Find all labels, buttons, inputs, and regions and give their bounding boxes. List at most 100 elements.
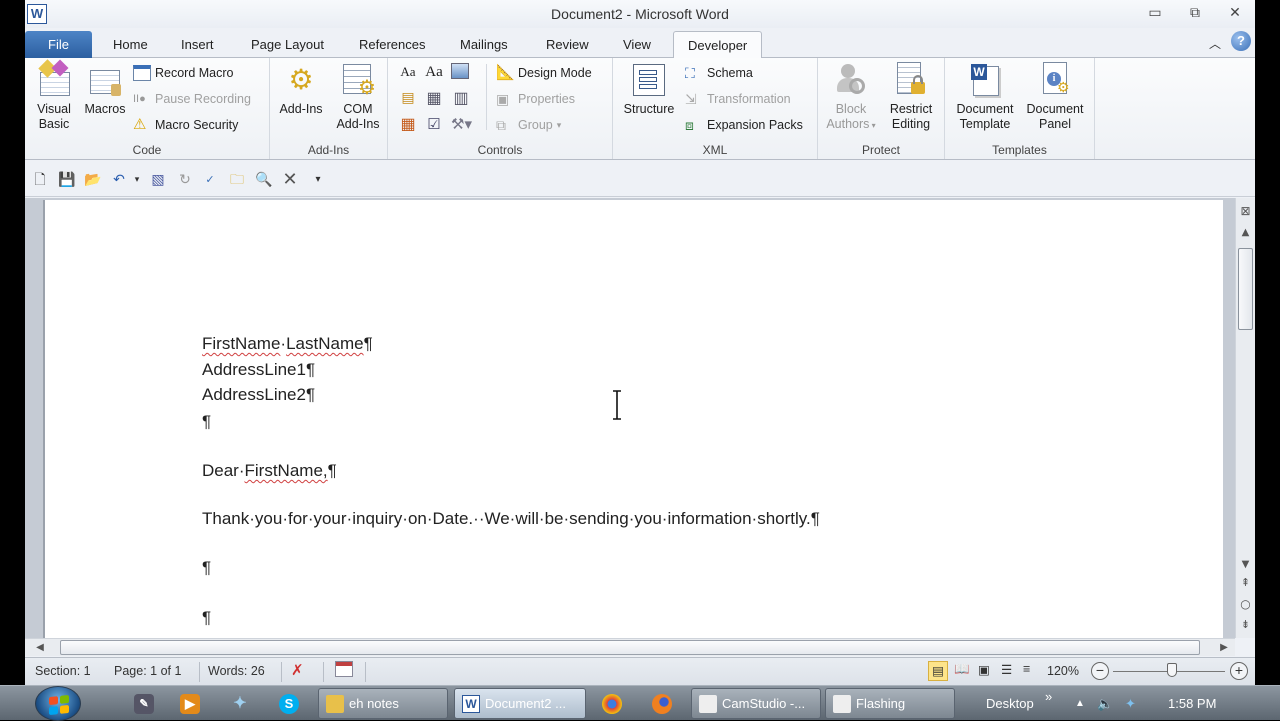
document-paragraph[interactable]: Thank·you·for·your·inquiry·on·Date.··We·… (202, 509, 820, 529)
combo-box-control-icon[interactable]: ▦ (424, 89, 444, 109)
save-icon[interactable]: 💾 (58, 171, 76, 189)
minimize-button[interactable]: ▭ (1135, 2, 1175, 24)
structure-button[interactable]: Structure (619, 62, 679, 117)
full-screen-reading-view-icon[interactable]: 📖 (954, 662, 970, 677)
volume-icon[interactable]: 🔈 (1097, 686, 1113, 721)
transformation-button[interactable]: ⇲ Transformation (685, 88, 791, 110)
block-authors-button[interactable]: Block Authors ▾ (822, 62, 880, 133)
drop-down-list-control-icon[interactable]: ▥ (451, 89, 471, 109)
restrict-editing-button[interactable]: Restrict Editing (882, 62, 940, 132)
horizontal-scrollbar[interactable]: ◀ ▶ (25, 638, 1235, 656)
view-ruler-icon[interactable]: ⊠ (1236, 202, 1255, 220)
rich-text-control-icon[interactable]: Aa (398, 62, 418, 82)
chrome-icon[interactable] (602, 694, 622, 714)
start-button[interactable] (35, 686, 81, 721)
outline-view-icon[interactable]: ☰ (1001, 662, 1012, 677)
macros-button[interactable]: Macros (81, 62, 129, 117)
zoom-level[interactable]: 120% (1047, 664, 1079, 678)
show-hidden-icons[interactable]: ▲ (1075, 686, 1085, 721)
zoom-out-button[interactable]: − (1091, 662, 1109, 680)
proofing-errors-icon[interactable]: ✗ (291, 661, 304, 679)
design-mode-button[interactable]: 📐 Design Mode (496, 62, 592, 84)
firefox-icon[interactable] (652, 694, 672, 714)
taskbar-item-document2[interactable]: W Document2 ... (454, 688, 586, 719)
spelling-check-icon[interactable]: ✓ (201, 171, 219, 189)
add-ins-button[interactable]: ⚙ Add-Ins (276, 62, 326, 117)
vertical-scrollbar[interactable]: ⊠ ▲ ▼ ⇞ ○ ⇟ (1235, 198, 1255, 638)
visual-basic-button[interactable]: Visual Basic (29, 59, 79, 132)
skype-icon[interactable]: S (279, 694, 299, 714)
zoom-slider-thumb[interactable] (1167, 663, 1177, 677)
document-template-button[interactable]: W Document Template (951, 62, 1019, 132)
media-player-icon[interactable]: ▶ (180, 694, 200, 714)
expansion-packs-button[interactable]: ⧈ Expansion Packs (685, 114, 803, 136)
tab-page-layout[interactable]: Page Layout (237, 31, 338, 58)
scroll-up-arrow[interactable]: ▲ (1236, 224, 1255, 242)
draft-view-icon[interactable]: ≡ (1023, 662, 1030, 676)
document-paragraph[interactable]: ¶ (202, 558, 211, 578)
pause-recording-button[interactable]: II● Pause Recording (133, 88, 251, 110)
tab-developer[interactable]: Developer (673, 31, 763, 59)
redo-icon[interactable]: ↻ (176, 171, 194, 189)
building-block-control-icon[interactable]: ▤ (398, 89, 418, 109)
undo-dropdown-icon[interactable]: ▾ (128, 171, 146, 189)
minimize-ribbon-icon[interactable]: ︿ (1209, 35, 1221, 52)
plain-text-control-icon[interactable]: Aa (424, 62, 444, 82)
document-panel-button[interactable]: i ⚙ Document Panel (1021, 62, 1089, 132)
horizontal-scroll-thumb[interactable] (60, 640, 1200, 655)
scroll-left-arrow[interactable]: ◀ (31, 639, 49, 657)
document-paragraph[interactable]: AddressLine2¶ (202, 385, 315, 405)
toolbar-chevron[interactable]: » (1045, 686, 1052, 721)
check-box-control-icon[interactable]: ☑ (424, 115, 444, 135)
taskbar-item-camstudio[interactable]: CamStudio -... (691, 688, 821, 719)
scroll-right-arrow[interactable]: ▶ (1215, 639, 1233, 657)
tab-file[interactable]: File (25, 31, 92, 58)
desktop-toolbar[interactable]: Desktop (986, 686, 1034, 721)
open-folder-icon[interactable]: 📂 (84, 171, 102, 189)
tab-view[interactable]: View (609, 31, 665, 58)
scroll-down-arrow[interactable]: ▼ (1236, 556, 1255, 574)
zoom-in-button[interactable]: + (1230, 662, 1248, 680)
taskbar-item-eh-notes[interactable]: eh notes (318, 688, 448, 719)
record-macro-button[interactable]: Record Macro (133, 62, 234, 84)
document-paragraph[interactable]: AddressLine1¶ (202, 360, 315, 380)
help-icon[interactable]: ? (1231, 31, 1251, 51)
tab-mailings[interactable]: Mailings (446, 31, 522, 58)
web-layout-view-icon[interactable]: ▣ (978, 662, 990, 677)
macro-security-button[interactable]: ⚠ Macro Security (133, 114, 238, 136)
document-page[interactable]: FirstName·LastName¶ AddressLine1¶ AddressL… (43, 200, 1223, 638)
next-page-icon[interactable]: ⇟ (1236, 616, 1255, 634)
restore-button[interactable]: ⧉ (1175, 2, 1215, 24)
document-paragraph[interactable]: ¶ (202, 412, 211, 432)
folder-icon[interactable]: 🗀 (228, 171, 246, 189)
vertical-scroll-thumb[interactable] (1238, 248, 1253, 330)
undo-icon[interactable]: ↶ (110, 171, 128, 189)
page-indicator[interactable]: Page: 1 of 1 (114, 664, 181, 678)
document-paragraph[interactable]: FirstName·LastName¶ (202, 334, 373, 354)
customize-toolbar-icon[interactable]: ▾ (309, 171, 327, 189)
network-app-icon[interactable]: ✦ (230, 694, 250, 714)
pinned-app-icon[interactable]: ✎ (134, 694, 154, 714)
macro-recording-icon[interactable] (335, 661, 353, 677)
tab-review[interactable]: Review (532, 31, 603, 58)
date-picker-control-icon[interactable]: ▦ (398, 115, 418, 135)
document-paragraph[interactable]: ¶ (202, 608, 211, 628)
schema-button[interactable]: ⛶ Schema (685, 62, 753, 84)
word-count[interactable]: Words: 26 (208, 664, 265, 678)
group-button[interactable]: ⧉ Group ▾ (496, 114, 561, 136)
picture-control-icon[interactable] (451, 63, 469, 79)
network-tray-icon[interactable]: ✦ (1125, 686, 1136, 721)
print-preview-icon[interactable]: ▧ (149, 171, 167, 189)
tab-insert[interactable]: Insert (167, 31, 228, 58)
print-layout-view-icon[interactable]: ▤ (928, 661, 948, 681)
close-document-icon[interactable]: ✕ (281, 171, 299, 189)
com-add-ins-button[interactable]: ⚙ COM Add-Ins (332, 62, 384, 132)
close-button[interactable]: ✕ (1215, 2, 1255, 24)
previous-page-icon[interactable]: ⇞ (1236, 574, 1255, 592)
new-document-icon[interactable]: 🗋 (31, 171, 49, 189)
document-paragraph[interactable]: Dear·FirstName,¶ (202, 461, 337, 481)
tab-home[interactable]: Home (99, 31, 162, 58)
clock[interactable]: 1:58 PM (1168, 686, 1216, 721)
section-indicator[interactable]: Section: 1 (35, 664, 91, 678)
properties-button[interactable]: ▣ Properties (496, 88, 575, 110)
